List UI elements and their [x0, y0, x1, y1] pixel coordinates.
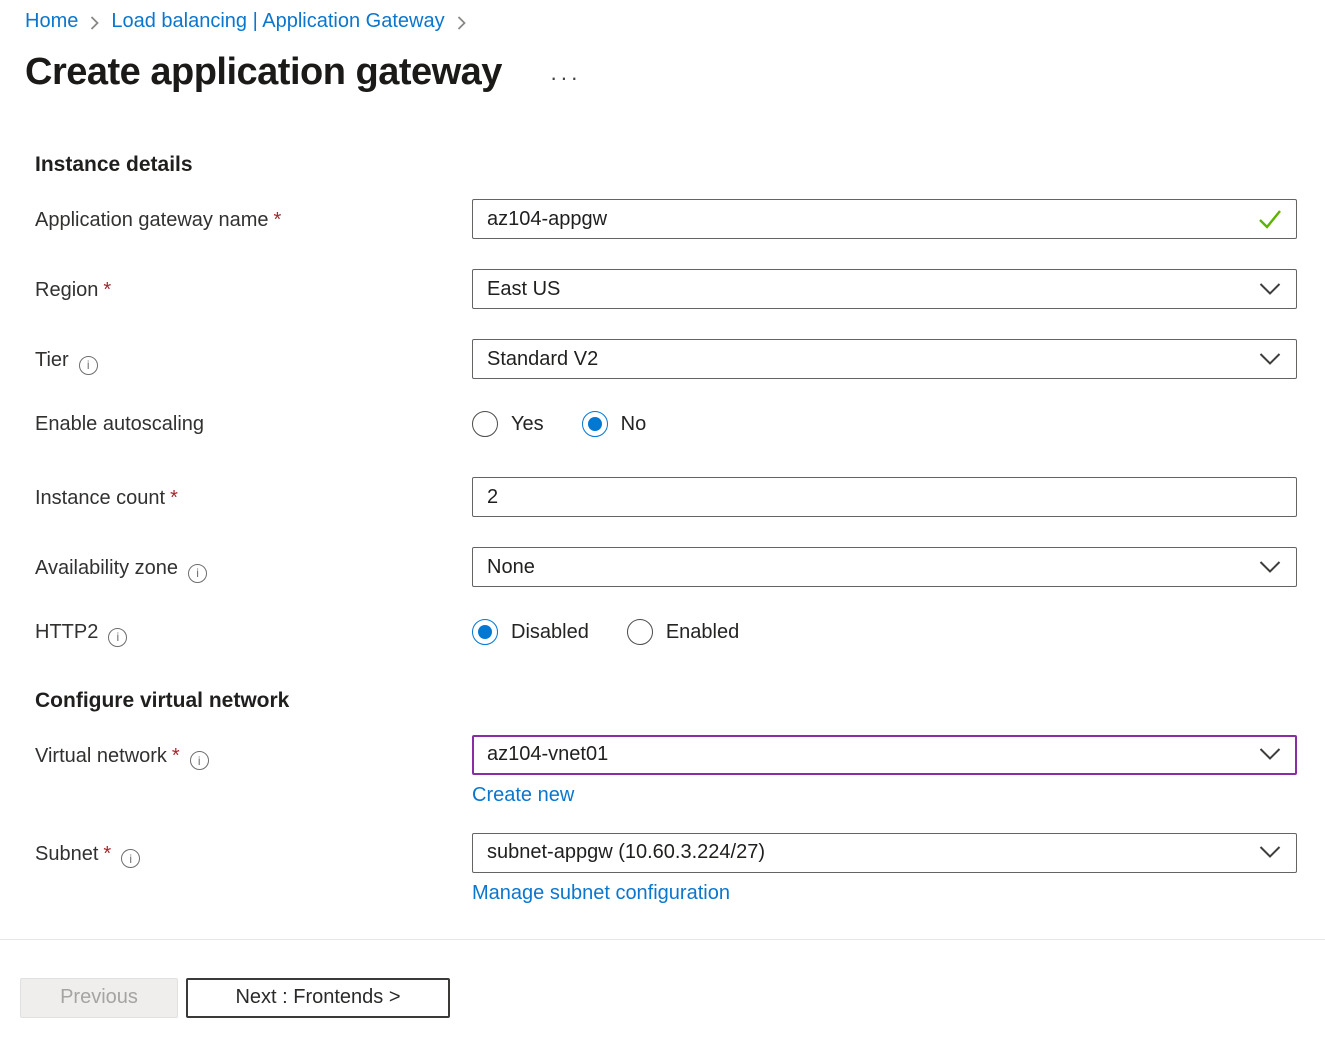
field-label-subnet: Subnet* i: [35, 833, 472, 905]
required-asterisk: *: [103, 843, 111, 865]
label-text: Tier: [35, 349, 69, 371]
field-label-instance-count: Instance count*: [35, 477, 472, 517]
basics-form: Instance details Application gateway nam…: [35, 151, 1325, 1018]
create-application-gateway-page: Home Load balancing | Application Gatewa…: [0, 0, 1325, 1018]
chevron-down-icon: [1259, 278, 1281, 301]
virtual-network-control: az104-vnet01 Create new: [472, 735, 1297, 807]
previous-button[interactable]: Previous: [20, 978, 178, 1018]
availability-zone-value: None: [487, 556, 535, 579]
field-row-virtual-network: Virtual network* i az104-vnet01 Create ne…: [35, 735, 1325, 807]
region-value: East US: [487, 278, 560, 301]
http2-control: Disabled Enabled: [472, 617, 1297, 647]
autoscaling-yes-radio[interactable]: Yes: [472, 411, 544, 437]
http2-enabled-radio[interactable]: Enabled: [627, 619, 739, 645]
chevron-down-icon: [1259, 348, 1281, 371]
field-row-http2: HTTP2 i Disabled Enabled: [35, 617, 1325, 647]
enable-autoscaling-control: Yes No: [472, 409, 1297, 437]
field-label-virtual-network: Virtual network* i: [35, 735, 472, 807]
required-asterisk: *: [172, 745, 180, 767]
radio-label: Yes: [511, 413, 544, 436]
autoscaling-radio-group: Yes No: [472, 409, 1297, 437]
field-row-subnet: Subnet* i subnet-appgw (10.60.3.224/27) M…: [35, 833, 1325, 905]
label-text: Availability zone: [35, 557, 178, 579]
info-icon[interactable]: i: [79, 356, 98, 375]
chevron-down-icon: [1259, 743, 1281, 766]
http2-disabled-radio[interactable]: Disabled: [472, 619, 589, 645]
chevron-right-icon: [90, 15, 99, 31]
page-title: Create application gateway: [25, 51, 502, 94]
subnet-dropdown[interactable]: subnet-appgw (10.60.3.224/27): [472, 833, 1297, 873]
label-text: HTTP2: [35, 621, 98, 643]
radio-label: Disabled: [511, 621, 589, 644]
next-frontends-button[interactable]: Next : Frontends >: [186, 978, 450, 1018]
radio-label: Enabled: [666, 621, 739, 644]
field-label-gateway-name: Application gateway name*: [35, 199, 472, 239]
instance-count-input[interactable]: [472, 477, 1297, 517]
breadcrumb-load-balancing-link[interactable]: Load balancing | Application Gateway: [111, 10, 444, 33]
breadcrumb-home-link[interactable]: Home: [25, 10, 78, 33]
label-text: Subnet: [35, 843, 98, 865]
breadcrumb: Home Load balancing | Application Gatewa…: [25, 10, 1325, 33]
label-text: Virtual network: [35, 745, 167, 767]
field-row-region: Region* East US: [35, 269, 1325, 309]
chevron-down-icon: [1259, 556, 1281, 579]
availability-zone-control: None: [472, 547, 1297, 587]
virtual-network-dropdown[interactable]: az104-vnet01: [472, 735, 1297, 775]
field-label-region: Region*: [35, 269, 472, 309]
tier-value: Standard V2: [487, 348, 598, 371]
field-label-availability-zone: Availability zone i: [35, 547, 472, 587]
subnet-value: subnet-appgw (10.60.3.224/27): [487, 841, 765, 864]
radio-selected-icon[interactable]: [472, 619, 498, 645]
info-icon[interactable]: i: [188, 564, 207, 583]
subnet-control: subnet-appgw (10.60.3.224/27) Manage sub…: [472, 833, 1297, 905]
instance-details-heading: Instance details: [35, 151, 1325, 179]
radio-label: No: [621, 413, 647, 436]
field-row-availability-zone: Availability zone i None: [35, 547, 1325, 587]
instance-count-control: [472, 477, 1297, 517]
field-row-instance-count: Instance count*: [35, 477, 1325, 517]
field-label-enable-autoscaling: Enable autoscaling: [35, 409, 472, 437]
gateway-name-control: [472, 199, 1297, 239]
label-text: Application gateway name: [35, 209, 268, 231]
radio-unselected-icon[interactable]: [472, 411, 498, 437]
field-row-gateway-name: Application gateway name*: [35, 199, 1325, 239]
http2-radio-group: Disabled Enabled: [472, 617, 1297, 645]
availability-zone-dropdown[interactable]: None: [472, 547, 1297, 587]
footer-divider: [0, 939, 1325, 940]
autoscaling-no-radio[interactable]: No: [582, 411, 647, 437]
manage-subnet-configuration-link[interactable]: Manage subnet configuration: [472, 881, 730, 905]
wizard-footer: Previous Next : Frontends >: [20, 978, 1325, 1018]
label-text: Enable autoscaling: [35, 413, 204, 435]
gateway-name-input[interactable]: [472, 199, 1297, 239]
label-text: Region: [35, 279, 98, 301]
radio-unselected-icon[interactable]: [627, 619, 653, 645]
chevron-down-icon: [1259, 841, 1281, 864]
info-icon[interactable]: i: [108, 628, 127, 647]
title-row: Create application gateway ···: [25, 51, 1325, 94]
virtual-network-value: az104-vnet01: [487, 743, 608, 766]
tier-dropdown[interactable]: Standard V2: [472, 339, 1297, 379]
field-row-enable-autoscaling: Enable autoscaling Yes No: [35, 409, 1325, 437]
region-dropdown[interactable]: East US: [472, 269, 1297, 309]
tier-control: Standard V2: [472, 339, 1297, 379]
label-text: Instance count: [35, 487, 165, 509]
region-control: East US: [472, 269, 1297, 309]
valid-check-icon: [1258, 209, 1282, 229]
chevron-right-icon: [457, 15, 466, 31]
field-row-tier: Tieri Standard V2: [35, 339, 1325, 379]
configure-virtual-network-heading: Configure virtual network: [35, 687, 1325, 715]
create-new-vnet-link[interactable]: Create new: [472, 783, 574, 807]
field-label-tier: Tieri: [35, 339, 472, 379]
field-label-http2: HTTP2 i: [35, 617, 472, 647]
more-options-button[interactable]: ···: [550, 67, 581, 89]
required-asterisk: *: [170, 487, 178, 509]
required-asterisk: *: [103, 279, 111, 301]
info-icon[interactable]: i: [121, 849, 140, 868]
info-icon[interactable]: i: [190, 751, 209, 770]
radio-selected-icon[interactable]: [582, 411, 608, 437]
required-asterisk: *: [273, 209, 281, 231]
